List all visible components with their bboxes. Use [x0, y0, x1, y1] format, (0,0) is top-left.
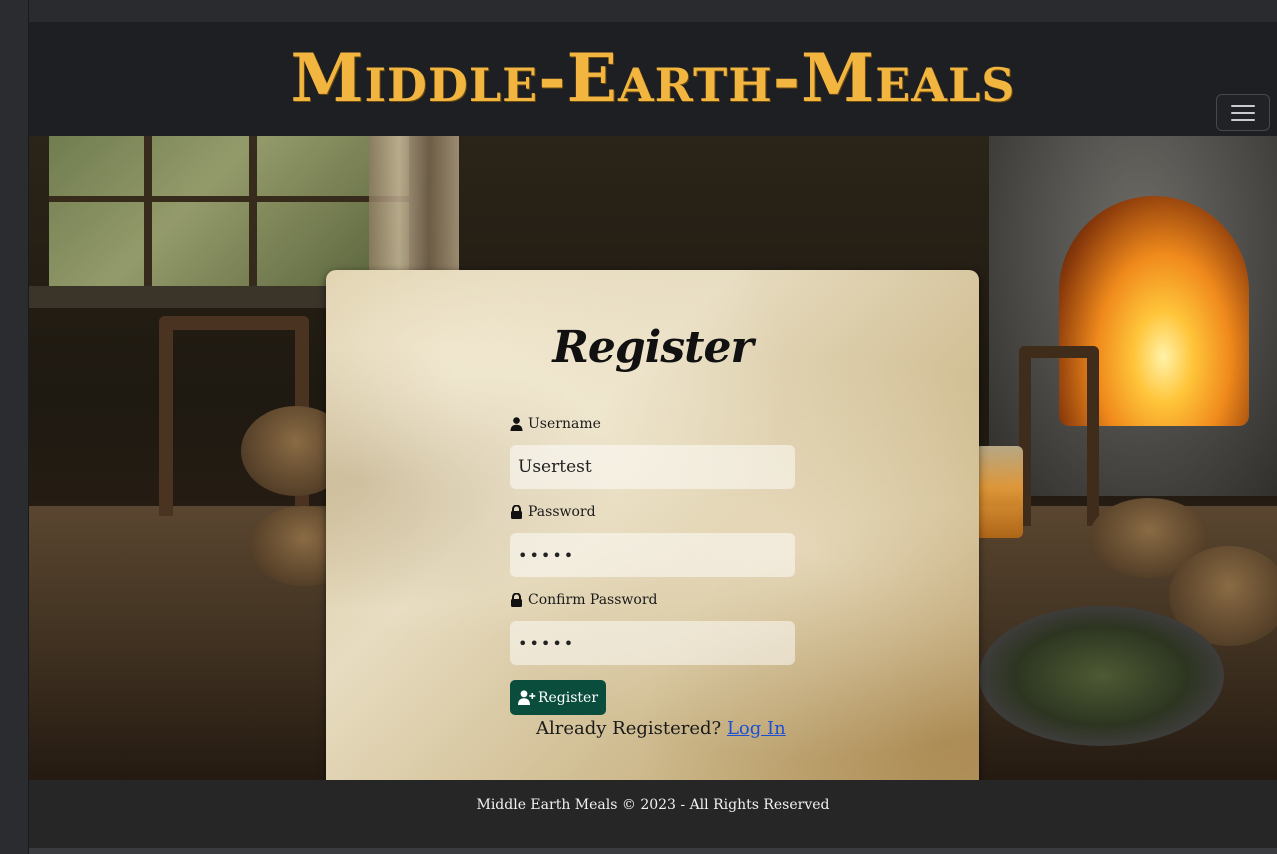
- confirm-password-input[interactable]: [510, 621, 795, 665]
- register-card: Register Username Password Confirm Passw…: [326, 270, 979, 790]
- already-registered-label: Already Registered?: [536, 718, 722, 739]
- glass: [975, 446, 1023, 538]
- left-gutter: [0, 0, 29, 854]
- login-link[interactable]: Log In: [727, 718, 786, 739]
- username-label: Username: [510, 416, 601, 432]
- confirm-password-label: Confirm Password: [510, 592, 658, 608]
- footer: Middle Earth Meals © 2023 - All Rights R…: [29, 780, 1277, 848]
- register-button[interactable]: Register: [510, 680, 606, 715]
- navbar-toggle-button[interactable]: [1216, 94, 1270, 131]
- user-icon: [510, 417, 523, 431]
- hamburger-line: [1231, 112, 1255, 114]
- brand-logo[interactable]: Middle-Earth-Meals: [29, 28, 1277, 128]
- password-input[interactable]: [510, 533, 795, 577]
- confirm-password-label-text: Confirm Password: [528, 592, 658, 608]
- chair: [1019, 346, 1099, 526]
- hamburger-line: [1231, 119, 1255, 121]
- lock-icon: [511, 593, 522, 607]
- plate: [979, 606, 1224, 746]
- user-plus-icon: [517, 690, 536, 705]
- register-button-label: Register: [537, 689, 599, 706]
- page-title: Register: [552, 322, 753, 373]
- top-edge: [0, 0, 1277, 22]
- username-label-text: Username: [528, 416, 601, 432]
- lock-icon: [511, 505, 522, 519]
- password-label-text: Password: [528, 504, 596, 520]
- password-label: Password: [510, 504, 596, 520]
- bottom-edge: [29, 848, 1277, 854]
- hamburger-menu-icon: [1231, 105, 1255, 107]
- already-registered-text: Already Registered? Log In: [536, 718, 786, 739]
- username-input[interactable]: [510, 445, 795, 489]
- copyright-text: Middle Earth Meals © 2023 - All Rights R…: [476, 797, 830, 813]
- navbar: Middle-Earth-Meals: [29, 22, 1277, 136]
